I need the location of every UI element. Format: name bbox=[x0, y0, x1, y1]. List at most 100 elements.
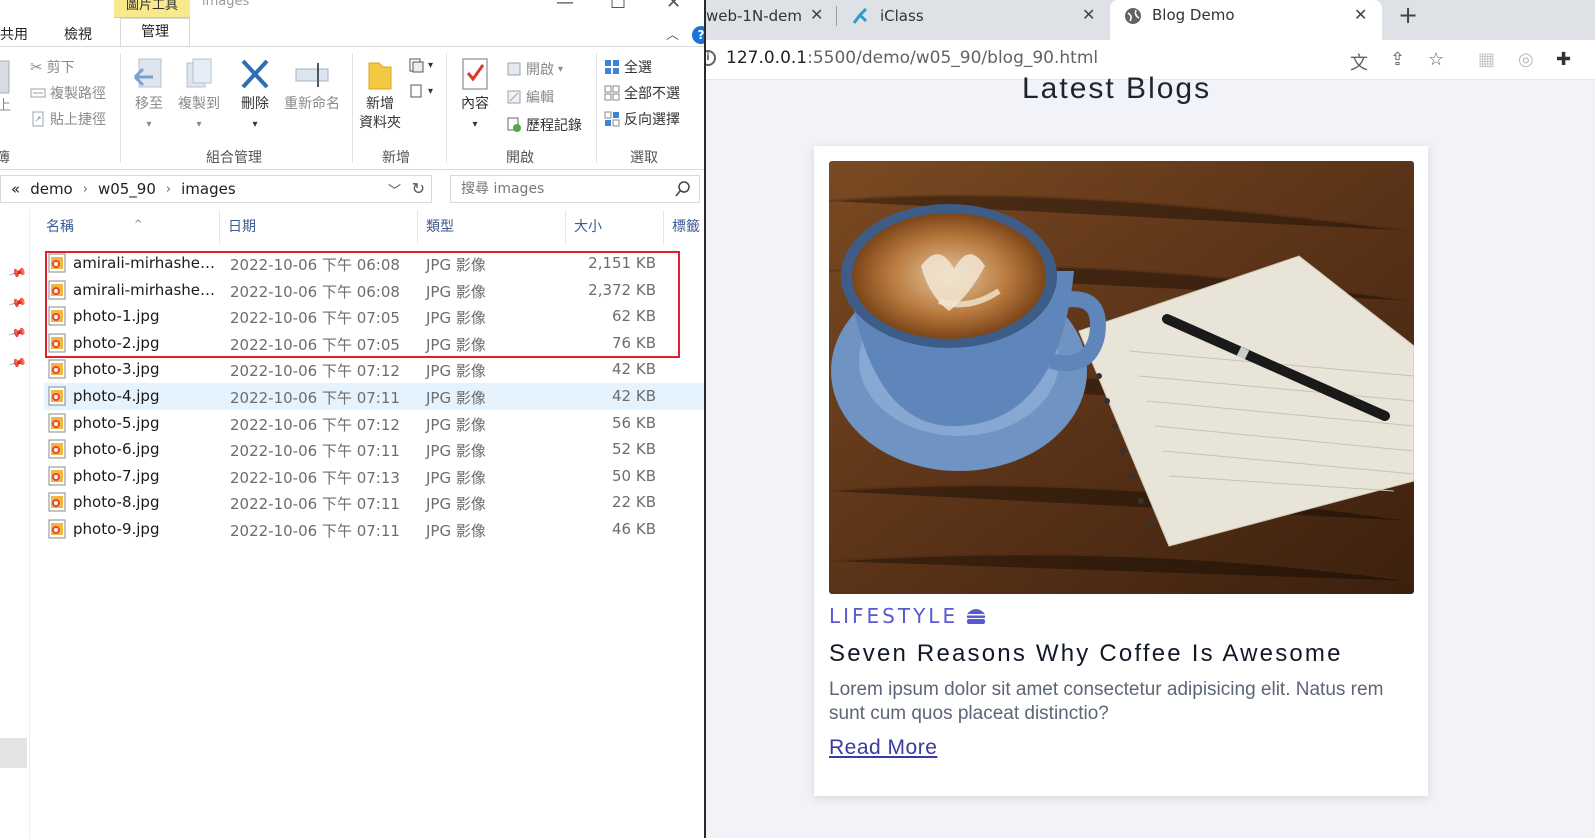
breadcrumb-chevron-icon[interactable]: › bbox=[83, 182, 88, 197]
file-name[interactable]: photo-5.jpg bbox=[73, 414, 159, 432]
paste-button[interactable]: 上 bbox=[0, 59, 14, 116]
file-size: 42 KB bbox=[612, 387, 656, 405]
paste-shortcut-button[interactable]: 貼上捷徑 bbox=[30, 109, 106, 129]
pin-icon[interactable]: 📌 bbox=[8, 353, 28, 373]
file-name[interactable]: photo-9.jpg bbox=[73, 520, 159, 538]
tab-manage[interactable]: 管理 bbox=[120, 18, 190, 46]
column-header-date[interactable]: 日期 bbox=[220, 210, 418, 244]
close-icon[interactable]: ✕ bbox=[666, 0, 681, 13]
column-header-type[interactable]: 類型 bbox=[418, 210, 566, 244]
new-item-button[interactable]: ▾ bbox=[408, 57, 433, 73]
easy-access-button[interactable]: ▾ bbox=[408, 83, 433, 99]
file-type: JPG 影像 bbox=[426, 362, 486, 381]
address-dropdown-icon[interactable]: ﹀ bbox=[388, 180, 401, 199]
file-name[interactable]: photo-8.jpg bbox=[73, 493, 159, 511]
jpg-file-icon bbox=[48, 439, 66, 459]
copy-to-button[interactable]: 複製到 ▾ bbox=[176, 57, 222, 134]
nav-pane-scrollbar[interactable] bbox=[0, 738, 27, 768]
open-button[interactable]: 開啟 ▾ bbox=[506, 59, 563, 79]
edit-button[interactable]: 編輯 bbox=[506, 87, 554, 107]
organize-group-label: 組合管理 bbox=[206, 150, 262, 166]
picture-tools-context-tab[interactable]: 圖片工具 bbox=[114, 0, 190, 18]
close-tab-icon[interactable]: ✕ bbox=[1082, 5, 1095, 24]
bookmark-star-icon[interactable]: ☆ bbox=[1428, 49, 1444, 70]
file-name[interactable]: photo-7.jpg bbox=[73, 467, 159, 485]
delete-x-icon bbox=[241, 59, 269, 89]
extensions-puzzle-icon[interactable]: ✚ bbox=[1556, 49, 1571, 70]
rename-button[interactable]: 重新命名 bbox=[282, 57, 342, 114]
translate-icon[interactable]: 文 bbox=[1350, 49, 1368, 75]
pin-icon[interactable]: 📌 bbox=[8, 293, 28, 313]
clipboard-group-label: 簿 bbox=[0, 150, 10, 166]
minimize-icon[interactable]: — bbox=[556, 0, 574, 13]
select-none-button[interactable]: 全部不選 bbox=[604, 83, 680, 103]
url-bar[interactable]: 127.0.0.1:5500/demo/w05_90/blog_90.html bbox=[726, 48, 1098, 68]
file-row[interactable]: photo-7.jpg 2022-10-06 下午 07:13 JPG 影像 50 K… bbox=[44, 463, 714, 490]
site-info-icon[interactable]: i bbox=[706, 50, 716, 66]
history-button[interactable]: 歷程記錄 bbox=[506, 115, 582, 135]
copy-to-icon bbox=[186, 58, 212, 88]
jpg-file-icon bbox=[48, 519, 66, 539]
file-name[interactable]: photo-4.jpg bbox=[73, 387, 159, 405]
file-row[interactable]: photo-9.jpg 2022-10-06 下午 07:11 JPG 影像 46 K… bbox=[44, 516, 714, 543]
file-name[interactable]: photo-3.jpg bbox=[73, 360, 159, 378]
pin-icon[interactable]: 📌 bbox=[8, 323, 28, 343]
column-header-size[interactable]: 大小 bbox=[566, 210, 664, 244]
tab-view[interactable]: 檢視 bbox=[64, 24, 92, 44]
search-icon[interactable] bbox=[675, 181, 691, 197]
file-row[interactable]: photo-3.jpg 2022-10-06 下午 07:12 JPG 影像 42 K… bbox=[44, 356, 714, 383]
invert-selection-icon bbox=[604, 111, 620, 127]
breadcrumb-w05-90[interactable]: w05_90 bbox=[98, 180, 156, 198]
close-tab-icon[interactable]: ✕ bbox=[1354, 0, 1367, 30]
move-to-button[interactable]: 移至 ▾ bbox=[132, 57, 166, 134]
breadcrumb-demo[interactable]: demo bbox=[30, 180, 73, 198]
select-all-button[interactable]: 全選 bbox=[604, 57, 652, 77]
column-name-label: 名稱 bbox=[46, 219, 74, 235]
close-tab-icon[interactable]: ✕ bbox=[810, 5, 823, 24]
easy-access-icon bbox=[410, 84, 422, 98]
copy-path-button[interactable]: 複製路徑 bbox=[30, 83, 106, 103]
properties-button[interactable]: 內容 ▾ bbox=[456, 57, 494, 134]
pin-icon[interactable]: 📌 bbox=[8, 263, 28, 283]
tab-iclass[interactable]: iClass bbox=[852, 0, 1082, 34]
breadcrumb-chevron-icon[interactable]: › bbox=[166, 182, 171, 197]
new-tab-icon[interactable]: + bbox=[1398, 0, 1418, 30]
file-row[interactable]: photo-6.jpg 2022-10-06 下午 07:11 JPG 影像 52 K… bbox=[44, 436, 714, 463]
share-icon[interactable]: ⇪ bbox=[1390, 49, 1405, 70]
search-input[interactable]: 搜尋 images bbox=[450, 175, 700, 203]
extension-icon[interactable]: ▦ bbox=[1478, 49, 1495, 70]
address-overflow-icon[interactable]: « bbox=[11, 180, 20, 198]
file-row[interactable]: photo-4.jpg 2022-10-06 下午 07:11 JPG 影像 42 K… bbox=[44, 383, 714, 410]
file-name[interactable]: photo-6.jpg bbox=[73, 440, 159, 458]
cut-button[interactable]: ✂ 剪下 bbox=[30, 57, 75, 77]
blog-card-image[interactable] bbox=[829, 161, 1414, 594]
file-size: 56 KB bbox=[612, 413, 656, 432]
copy-path-label: 複製路徑 bbox=[50, 86, 106, 102]
column-header-name[interactable]: 名稱 ^ bbox=[38, 210, 220, 244]
collapse-ribbon-icon[interactable]: ︿ bbox=[666, 24, 679, 43]
delete-button[interactable]: 刪除 ▾ bbox=[238, 57, 272, 134]
file-row[interactable]: photo-8.jpg 2022-10-06 下午 07:11 JPG 影像 22 K… bbox=[44, 489, 714, 516]
column-type-label: 類型 bbox=[426, 219, 454, 235]
tab-web-1n-demo[interactable]: web-1N-dem bbox=[706, 0, 816, 34]
maximize-icon[interactable]: ☐ bbox=[610, 0, 626, 13]
invert-selection-button[interactable]: 反向選擇 bbox=[604, 109, 680, 129]
file-date: 2022-10-06 下午 07:11 bbox=[230, 442, 400, 461]
address-bar[interactable]: « demo › w05_90 › images ﹀ ↻ bbox=[0, 175, 432, 203]
file-type: JPG 影像 bbox=[426, 442, 486, 461]
breadcrumb-images[interactable]: images bbox=[181, 180, 236, 198]
file-row[interactable]: photo-5.jpg 2022-10-06 下午 07:12 JPG 影像 56 K… bbox=[44, 410, 714, 437]
file-date: 2022-10-06 下午 07:12 bbox=[230, 362, 400, 381]
new-group-label: 新增 bbox=[382, 150, 410, 166]
tab-share[interactable]: 共用 bbox=[0, 24, 28, 44]
tab-blog-demo[interactable]: Blog Demo ✕ bbox=[1110, 0, 1382, 40]
tab-search-chevron-icon[interactable]: ﹀ bbox=[1508, 0, 1524, 10]
ribbon-separator bbox=[120, 53, 121, 163]
read-more-link[interactable]: Read More bbox=[829, 736, 937, 760]
extension-icon[interactable]: ◎ bbox=[1518, 49, 1534, 70]
copy-path-icon bbox=[30, 88, 46, 98]
new-folder-button[interactable]: 新增 資料夾 bbox=[356, 57, 404, 133]
globe-icon bbox=[1125, 8, 1141, 24]
refresh-icon[interactable]: ↻ bbox=[412, 179, 425, 198]
title-bar: 圖片工具 images — ☐ ✕ bbox=[0, 0, 714, 18]
